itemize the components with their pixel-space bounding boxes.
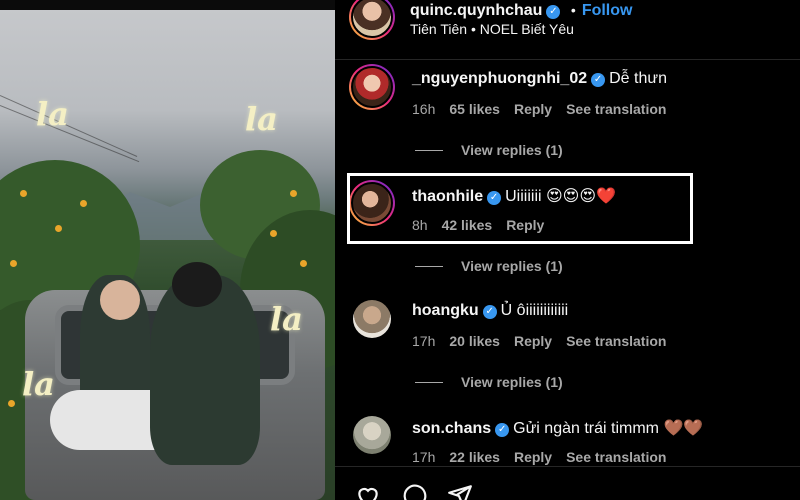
comment-meta: 17h 20 likes Reply See translation [412, 333, 680, 349]
flower [8, 400, 15, 407]
flower [290, 190, 297, 197]
comment-text: Dễ thưn [609, 70, 667, 87]
verified-badge-icon: ✓ [591, 73, 606, 87]
view-replies-label: View replies (1) [461, 374, 563, 390]
la-sticker: la [245, 100, 278, 138]
view-replies-button[interactable]: View replies (1) [415, 142, 563, 158]
commenter-avatar[interactable] [349, 64, 395, 110]
action-bar [335, 466, 800, 500]
view-replies-label: View replies (1) [461, 258, 563, 274]
flower [20, 190, 27, 197]
comment-time: 16h [412, 101, 436, 117]
verified-badge-icon: ✓ [546, 5, 561, 19]
person-head [172, 262, 222, 307]
verified-badge-icon: ✓ [495, 423, 510, 437]
view-replies-button[interactable]: View replies (1) [415, 374, 563, 390]
comment-likes[interactable]: 22 likes [449, 449, 500, 465]
comment-meta: 16h 65 likes Reply See translation [412, 101, 680, 117]
replies-dash [415, 266, 443, 267]
photo-top-bar [0, 0, 335, 10]
author-avatar[interactable] [349, 0, 395, 40]
commenter-username[interactable]: _nguyenphuongnhi_02 [412, 70, 587, 87]
view-replies-label: View replies (1) [461, 142, 563, 158]
audio-subtitle[interactable]: Tiên Tiên • NOEL Biết Yêu [410, 21, 574, 37]
see-translation-button[interactable]: See translation [566, 101, 666, 117]
comment-likes[interactable]: 65 likes [449, 101, 500, 117]
comment-line: _nguyenphuongnhi_02 ✓ Dễ thưn [412, 70, 667, 88]
comment-meta: 17h 22 likes Reply See translation [412, 449, 680, 465]
post-photo[interactable]: la la la la [0, 0, 335, 500]
comment-time: 17h [412, 449, 436, 465]
flower [55, 225, 62, 232]
person-face [100, 280, 140, 320]
reply-button[interactable]: Reply [514, 333, 552, 349]
comment-text: Gửi ngàn trái timmm 🤎🤎 [513, 420, 704, 437]
comments-panel: quinc.quynhchau ✓ • Follow Tiên Tiên • NOE… [335, 0, 800, 500]
power-line [0, 105, 140, 163]
reply-button[interactable]: Reply [514, 101, 552, 117]
comment-likes[interactable]: 20 likes [449, 333, 500, 349]
separator-dot: • [570, 2, 576, 18]
share-icon[interactable] [447, 483, 473, 500]
replies-dash [415, 382, 443, 383]
post-header: quinc.quynhchau ✓ • Follow Tiên Tiên • NOE… [335, 0, 800, 60]
flower [80, 200, 87, 207]
flower [270, 230, 277, 237]
comment-text: Ủ ôiiiiiiiiiiii [500, 302, 569, 319]
commenter-avatar[interactable] [353, 416, 391, 454]
commenter-avatar[interactable] [353, 300, 391, 338]
commenter-username[interactable]: son.chans [412, 420, 491, 437]
flower [10, 260, 17, 267]
la-sticker: la [36, 95, 69, 133]
la-sticker: la [270, 300, 303, 338]
commenter-username[interactable]: hoangku [412, 302, 479, 319]
comment-line: hoangku ✓ Ủ ôiiiiiiiiiiii [412, 302, 568, 320]
highlight-box [347, 173, 693, 244]
view-replies-button[interactable]: View replies (1) [415, 258, 563, 274]
verified-badge-icon: ✓ [482, 305, 497, 319]
reply-button[interactable]: Reply [514, 449, 552, 465]
follow-button[interactable]: Follow [582, 2, 633, 19]
author-username[interactable]: quinc.quynhchau [410, 2, 542, 19]
comment-time: 17h [412, 333, 436, 349]
la-sticker: la [22, 365, 55, 403]
comment-line: son.chans ✓ Gửi ngàn trái timmm 🤎🤎 [412, 418, 703, 438]
see-translation-button[interactable]: See translation [566, 333, 666, 349]
see-translation-button[interactable]: See translation [566, 449, 666, 465]
author-line: quinc.quynhchau ✓ • Follow [410, 2, 632, 20]
flower [300, 260, 307, 267]
replies-dash [415, 150, 443, 151]
comment-icon[interactable] [401, 483, 427, 500]
heart-icon[interactable] [355, 483, 381, 500]
